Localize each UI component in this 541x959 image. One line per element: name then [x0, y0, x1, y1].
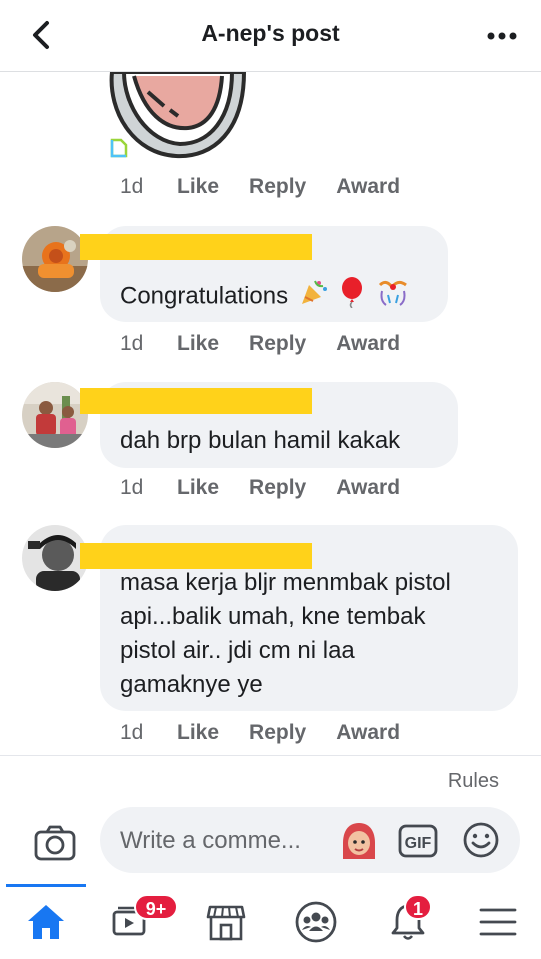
groups-icon — [295, 901, 337, 942]
notifications-badge: 1 — [404, 894, 432, 920]
divider — [0, 755, 541, 756]
more-options-button[interactable] — [485, 22, 519, 50]
avatar[interactable] — [22, 382, 88, 448]
camera-icon — [34, 825, 76, 861]
gif-label: GIF — [405, 835, 432, 852]
comment-text-line: masa kerja bljr menmbak pistol — [120, 569, 451, 596]
like-button[interactable]: Like — [177, 476, 219, 500]
tab-home[interactable] — [6, 884, 86, 959]
comment-actions: 1d Like Reply Award — [120, 718, 430, 748]
avatar-sticker-button[interactable] — [340, 821, 378, 866]
comment-text: Congratulations — [120, 276, 410, 318]
comment-text-line: pistol air.. jdi cm ni laa — [120, 637, 355, 664]
gift-ribbon-icon — [376, 277, 410, 317]
like-button[interactable]: Like — [177, 721, 219, 745]
award-button[interactable]: Award — [336, 721, 400, 745]
smile-icon — [463, 822, 499, 858]
comment-time: 1d — [120, 175, 144, 198]
avatar[interactable] — [22, 226, 88, 292]
comment-actions: 1d Like Reply Award — [120, 172, 430, 202]
top-bar: A-nep's post — [0, 0, 541, 72]
comment-composer: Write a comme... GIF — [0, 805, 541, 877]
reply-button[interactable]: Reply — [249, 721, 306, 745]
reply-button[interactable]: Reply — [249, 332, 306, 356]
comment-input-placeholder: Write a comme... — [120, 827, 301, 854]
comment-text-line: gamaknye ye — [120, 671, 263, 698]
redacted-name — [80, 388, 312, 414]
comment-time: 1d — [120, 332, 144, 355]
camera-button[interactable] — [34, 825, 76, 866]
award-button[interactable]: Award — [336, 332, 400, 356]
comment-actions: 1d Like Reply Award — [120, 473, 430, 503]
tab-watch[interactable]: 9+ — [90, 884, 178, 959]
redacted-name — [80, 234, 312, 260]
watch-badge: 9+ — [134, 894, 178, 920]
tab-notifications[interactable]: 1 — [368, 884, 448, 959]
comment-text: dah brp bulan hamil kakak — [120, 427, 401, 454]
reply-button[interactable]: Reply — [249, 476, 306, 500]
hamburger-menu-icon — [479, 908, 517, 935]
page-title: A-nep's post — [201, 20, 340, 46]
tab-menu[interactable] — [458, 884, 538, 959]
comment-text-content: Congratulations — [120, 282, 289, 310]
file-icon — [110, 138, 128, 163]
award-button[interactable]: Award — [336, 476, 400, 500]
comment-text: masa kerja bljr menmbak pistol api...bal… — [120, 566, 451, 702]
more-horizontal-icon — [487, 32, 517, 40]
comment-time: 1d — [120, 721, 144, 744]
comment-actions: 1d Like Reply Award — [120, 329, 430, 359]
avatar[interactable] — [22, 525, 88, 591]
party-popper-icon — [299, 277, 329, 317]
award-button[interactable]: Award — [336, 175, 400, 199]
gif-button[interactable]: GIF — [398, 824, 438, 863]
comment-text-line: api...balik umah, kne tembak — [120, 603, 426, 630]
rules-link[interactable]: Rules — [448, 770, 499, 793]
comment-time: 1d — [120, 476, 144, 499]
bottom-tab-bar: 9+ 1 — [0, 884, 541, 959]
like-button[interactable]: Like — [177, 175, 219, 199]
reply-button[interactable]: Reply — [249, 175, 306, 199]
emoji-button[interactable] — [462, 821, 500, 864]
like-button[interactable]: Like — [177, 332, 219, 356]
tab-marketplace[interactable] — [186, 884, 266, 959]
comment-input[interactable]: Write a comme... GIF — [100, 807, 520, 873]
marketplace-icon — [206, 905, 246, 940]
avatar-sticker-icon — [343, 823, 375, 859]
tab-groups[interactable] — [276, 884, 356, 959]
home-icon — [28, 904, 64, 939]
balloon-icon — [339, 276, 365, 318]
